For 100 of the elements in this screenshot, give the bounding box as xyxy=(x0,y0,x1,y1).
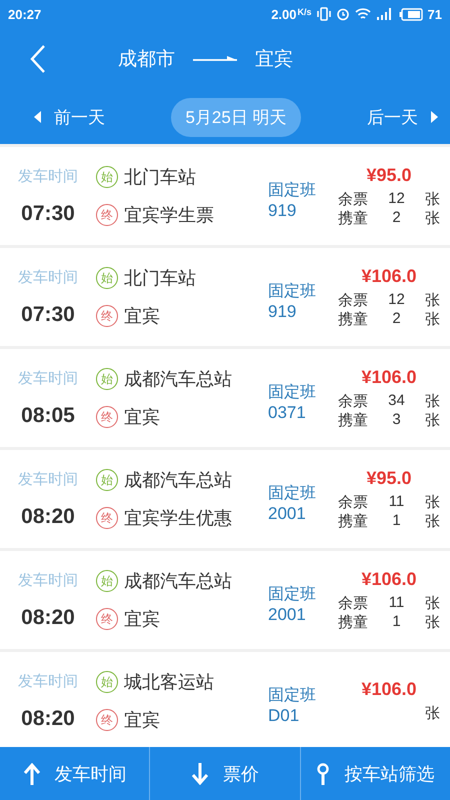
end-badge: 终 xyxy=(96,305,118,327)
ticket-unit: 张 xyxy=(425,410,440,430)
bus-type: 固定班 xyxy=(268,584,317,604)
remaining-count: 34 xyxy=(387,392,406,410)
bus-number: D01 xyxy=(268,706,300,726)
end-station: 宜宾 xyxy=(124,608,160,631)
remaining-label: 余票 xyxy=(338,190,368,208)
departure-time: 08:20 xyxy=(21,606,75,630)
departure-label: 发车时间 xyxy=(18,672,78,690)
bus-number: 0371 xyxy=(268,402,307,422)
vibrate-icon xyxy=(316,7,331,21)
child-label: 携童 xyxy=(338,410,368,430)
speed-unit: K/s xyxy=(298,6,312,16)
start-badge: 始 xyxy=(96,671,118,693)
start-station: 北门车站 xyxy=(124,166,196,189)
end-station: 宜宾学生票 xyxy=(124,204,214,227)
price: ¥106.0 xyxy=(360,266,418,286)
child-count: 3 xyxy=(391,410,402,430)
remaining-count: 12 xyxy=(387,290,406,310)
bus-type: 固定班 xyxy=(268,180,317,200)
departure-time: 08:20 xyxy=(21,504,75,528)
start-station: 成都汽车总站 xyxy=(124,368,232,391)
end-station: 宜宾 xyxy=(124,305,160,328)
battery-icon xyxy=(398,8,423,20)
start-station: 成都汽车总站 xyxy=(124,469,232,492)
end-badge: 终 xyxy=(96,507,118,529)
remaining-label: 余票 xyxy=(338,594,368,612)
trip-row[interactable]: 发车时间 07:30 始 北门车站 终 宜宾学生票 固定班 919 ¥95.0 余票 12 张 携童 2 张 xyxy=(0,147,450,245)
child-count: 1 xyxy=(391,512,402,530)
destination-city: 宜宾 xyxy=(255,47,293,72)
arrow-icon xyxy=(193,55,237,63)
network-speed: 2.00 xyxy=(271,6,297,22)
departure-label: 发车时间 xyxy=(18,268,78,286)
departure-label: 发车时间 xyxy=(18,470,78,488)
child-count: 2 xyxy=(391,208,402,228)
trip-row[interactable]: 发车时间 08:20 始 成都汽车总站 终 宜宾 固定班 2001 ¥106.0 余票 11 张 携童 1 张 xyxy=(0,551,450,649)
end-badge: 终 xyxy=(96,406,118,428)
end-badge: 终 xyxy=(96,204,118,226)
battery-level: 71 xyxy=(428,6,442,22)
departure-time: 07:30 xyxy=(21,302,75,326)
ticket-unit: 张 xyxy=(425,594,440,612)
child-label: 携童 xyxy=(338,612,368,632)
clock: 20:27 xyxy=(8,6,42,22)
remaining-label: 余票 xyxy=(338,492,368,512)
location-pin-icon xyxy=(316,762,330,784)
price: ¥106.0 xyxy=(360,568,418,590)
bus-type: 固定班 xyxy=(268,684,317,706)
price: ¥95.0 xyxy=(365,164,413,186)
start-badge: 始 xyxy=(96,469,118,491)
wifi-icon xyxy=(354,7,371,21)
left-triangle-icon xyxy=(34,111,42,123)
bus-number: 919 xyxy=(268,200,298,220)
end-station: 宜宾 xyxy=(124,709,160,732)
start-badge: 始 xyxy=(96,166,118,188)
child-label: 携童 xyxy=(338,208,368,228)
start-station: 城北客运站 xyxy=(124,671,214,694)
down-arrow-icon xyxy=(190,762,209,784)
child-label: 携童 xyxy=(338,512,368,530)
remaining-count: 11 xyxy=(388,492,406,512)
child-label: 携童 xyxy=(338,310,368,328)
ticket-unit: 张 xyxy=(425,290,440,310)
remaining-label: 余票 xyxy=(338,392,368,410)
trip-row[interactable]: 发车时间 08:05 始 成都汽车总站 终 宜宾 固定班 0371 ¥106.0 余票 34 张 携童 3 张 xyxy=(0,349,450,447)
start-badge: 始 xyxy=(96,368,118,390)
price: ¥106.0 xyxy=(360,366,418,388)
end-station: 宜宾学生优惠 xyxy=(124,507,232,530)
ticket-unit: 张 xyxy=(425,190,440,208)
start-badge: 始 xyxy=(96,570,118,592)
child-count: 2 xyxy=(391,310,402,328)
child-count: 1 xyxy=(391,612,402,632)
up-arrow-icon xyxy=(22,762,41,784)
start-badge: 始 xyxy=(96,267,118,289)
departure-label: 发车时间 xyxy=(18,570,78,590)
alarm-icon xyxy=(336,7,350,21)
sort-button[interactable]: 发车时间 xyxy=(0,747,150,800)
remaining-label: 余票 xyxy=(338,290,368,310)
start-station: 北门车站 xyxy=(124,267,196,290)
trip-row[interactable]: 发车时间 07:30 始 北门车站 终 宜宾 固定班 919 ¥106.0 余票 12 张 携童 2 张 xyxy=(0,248,450,346)
sort-button[interactable]: 按车站筛选 xyxy=(300,747,450,800)
ticket-unit: 张 xyxy=(425,392,440,410)
right-triangle-icon xyxy=(430,111,438,123)
ticket-unit: 张 xyxy=(425,208,440,228)
bus-type: 固定班 xyxy=(268,482,317,504)
end-badge: 终 xyxy=(96,608,118,630)
price: ¥95.0 xyxy=(365,468,413,488)
start-station: 成都汽车总站 xyxy=(124,570,232,593)
price: ¥106.0 xyxy=(360,679,418,700)
previous-day-button[interactable]: 前一天 xyxy=(34,106,105,128)
ticket-unit: 张 xyxy=(425,612,440,632)
departure-label: 发车时间 xyxy=(18,368,78,388)
bus-number: 2001 xyxy=(268,504,307,524)
bus-type: 固定班 xyxy=(268,382,317,402)
ticket-unit: 张 xyxy=(425,492,440,512)
sort-button[interactable]: 票价 xyxy=(149,747,300,800)
next-day-button[interactable]: 后一天 xyxy=(367,106,438,128)
trip-row[interactable]: 发车时间 08:20 始 城北客运站 终 宜宾 固定班 D01 ¥106.0 张 xyxy=(0,652,450,747)
trip-row[interactable]: 发车时间 08:20 始 成都汽车总站 终 宜宾学生优惠 固定班 2001 ¥95.0 余票 11 张 携童 1 张 xyxy=(0,450,450,548)
departure-time: 08:20 xyxy=(21,706,75,730)
origin-city: 成都市 xyxy=(118,47,175,72)
ticket-unit: 张 xyxy=(425,512,440,530)
